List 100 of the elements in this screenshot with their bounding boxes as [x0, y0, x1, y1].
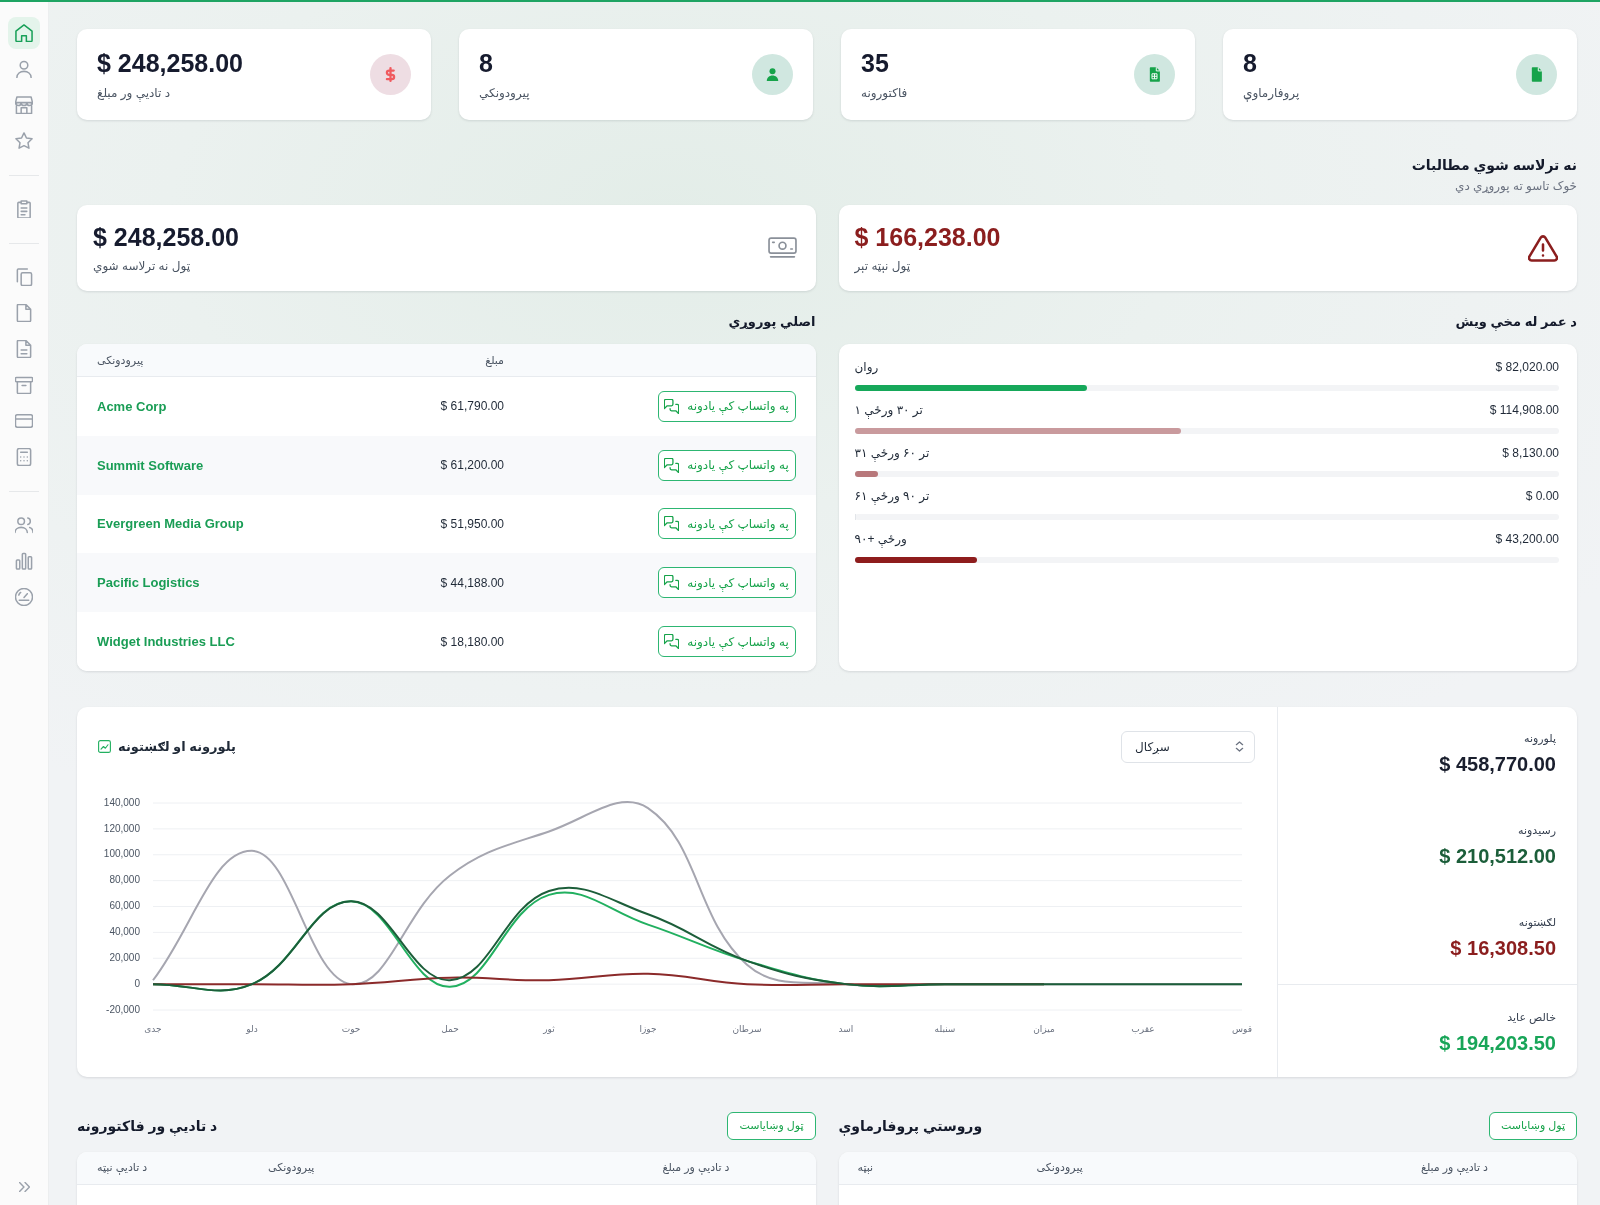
summary-label: ټول نېټه تېر: [854, 258, 911, 274]
star-icon: [15, 132, 33, 150]
stat-label: د تادیې ور مبلغ: [97, 85, 171, 101]
summary-value: $ 166,238.00: [854, 222, 1001, 252]
axis-label: 40,000: [109, 926, 140, 937]
home-icon: [15, 24, 33, 42]
customer-link[interactable]: Summit Software: [97, 457, 204, 473]
axis-label: 140,000: [103, 796, 140, 808]
chat-bubbles-icon: [664, 516, 680, 532]
customer-link[interactable]: Acme Corp: [97, 398, 167, 414]
axis-label: 120,000: [103, 822, 140, 834]
calculator-icon: [15, 448, 33, 466]
column-header: د تادیې ور مبلغ: [1421, 1161, 1488, 1175]
chart-title: پلورونه او لګښتونه: [118, 739, 236, 755]
bucket-label: ۳۱ تر ۶۰ ورځې: [854, 445, 930, 461]
axis-label: سنبله: [934, 1024, 956, 1035]
axis-label: حوت: [341, 1024, 361, 1035]
section-subtitle: څوک تاسو ته پوروړي دي: [1455, 178, 1577, 194]
amount-text: $ 44,188.00: [440, 575, 504, 590]
amount-text: $ 18,180.00: [440, 634, 504, 649]
bucket-amount: $ 43,200.00: [1495, 531, 1559, 547]
banknote-icon: [767, 237, 797, 259]
total-label: پلورونه: [1524, 731, 1556, 746]
column-header: د تادیې نېټه: [97, 1161, 148, 1175]
column-header: پیرودونکی: [268, 1161, 315, 1175]
column-header: د تادیې ور مبلغ: [662, 1161, 730, 1175]
bucket-label: ۹۰+ ورځې: [854, 531, 907, 547]
document-icon: [15, 340, 33, 358]
section-title: وروستي پروفارماوې: [838, 1118, 983, 1134]
total-value: $ 194,203.50: [1439, 1031, 1556, 1055]
summary-value: $ 248,258.00: [93, 222, 239, 252]
archive-icon: [15, 376, 33, 394]
total-label: خالص عاید: [1507, 1010, 1556, 1025]
view-all-button[interactable]: ټول وښایاست: [727, 1112, 816, 1140]
stat-value: $ 248,258.00: [97, 48, 243, 78]
axis-label: سرطان: [732, 1024, 762, 1035]
document-icon: [1516, 54, 1557, 95]
bucket-amount: $ 8,130.00: [1502, 445, 1559, 461]
reminder-button[interactable]: په واتساپ کې یادونه: [657, 390, 796, 422]
reminder-button[interactable]: په واتساپ کې یادونه: [657, 626, 796, 658]
amount-text: $ 61,200.00: [440, 458, 504, 473]
chat-bubbles-icon: [664, 398, 680, 414]
axis-label: میزان: [1033, 1024, 1055, 1035]
gauge-icon: [15, 588, 33, 606]
warning-icon: [1528, 234, 1558, 262]
store-icon: [15, 96, 33, 114]
total-value: $ 16,308.50: [1450, 936, 1556, 960]
file-icon: [15, 304, 33, 322]
section-title: نه ترلاسه شوي مطالبات: [1411, 156, 1577, 174]
stat-label: پروفارماوې: [1243, 85, 1300, 101]
axis-label: 0: [134, 977, 140, 989]
stat-label: پیرودونکي: [479, 85, 530, 101]
bucket-label: ۶۱ تر ۹۰ ورځې: [854, 488, 930, 504]
view-all-button[interactable]: ټول وښایاست: [1488, 1112, 1577, 1140]
stat-value: 35: [861, 48, 889, 78]
bucket-label: روان: [854, 359, 879, 375]
axis-label: ثور: [543, 1024, 555, 1035]
column-header: پیرودونکی: [97, 353, 144, 367]
section-title: اصلي پوروړي: [728, 313, 816, 331]
users-icon: [15, 516, 33, 534]
chevron-up-down-icon: [1235, 741, 1244, 753]
axis-label: جوزا: [639, 1024, 657, 1035]
total-value: $ 210,512.00: [1439, 844, 1556, 868]
customer-link[interactable]: Evergreen Media Group: [97, 516, 244, 532]
reminder-button[interactable]: په واتساپ کې یادونه: [657, 567, 796, 599]
column-header: پیرودونکی: [1036, 1161, 1083, 1175]
customer-link[interactable]: Widget Industries LLC: [97, 634, 235, 650]
customer-link[interactable]: Pacific Logistics: [97, 575, 200, 591]
reminder-button[interactable]: په واتساپ کې یادونه: [657, 508, 796, 540]
period-select[interactable]: سږکال: [1121, 731, 1255, 763]
amount-text: $ 51,950.00: [440, 517, 504, 531]
bucket-label: ۱ تر ۳۰ ورځې: [854, 402, 923, 418]
column-header: مبلغ: [485, 353, 504, 367]
axis-label: عقرب: [1131, 1024, 1155, 1035]
dollar-icon: [370, 54, 411, 95]
total-label: رسیدونه: [1518, 823, 1556, 838]
spreadsheet-icon: [1134, 54, 1175, 95]
axis-label: قوس: [1232, 1024, 1252, 1035]
bucket-amount: $ 0.00: [1525, 488, 1559, 504]
section-title: د عمر له مخې ویش: [1455, 313, 1577, 331]
amount-text: $ 61,790.00: [440, 399, 504, 414]
chat-bubbles-icon: [664, 457, 680, 473]
line-chart-icon: [98, 740, 111, 754]
user-icon: [15, 60, 33, 78]
reminder-button[interactable]: په واتساپ کې یادونه: [657, 449, 796, 481]
column-header: نېټه: [857, 1161, 874, 1175]
copy-icon: [15, 268, 33, 286]
bar-chart-icon: [15, 552, 33, 570]
chat-bubbles-icon: [664, 575, 680, 591]
summary-label: ټول نه ترلاسه شوي: [93, 258, 190, 274]
bucket-amount: $ 114,908.00: [1489, 402, 1559, 418]
axis-label: حمل: [441, 1024, 459, 1035]
axis-label: 100,000: [103, 848, 140, 860]
double-chevron-icon[interactable]: [18, 1182, 30, 1192]
stat-value: 8: [479, 48, 493, 78]
total-value: $ 458,770.00: [1439, 752, 1556, 776]
sidebar-item[interactable]: [8, 17, 40, 49]
stat-label: فاکتورونه: [861, 85, 908, 101]
axis-label: -20,000: [106, 1003, 140, 1015]
axis-label: 80,000: [109, 874, 140, 886]
